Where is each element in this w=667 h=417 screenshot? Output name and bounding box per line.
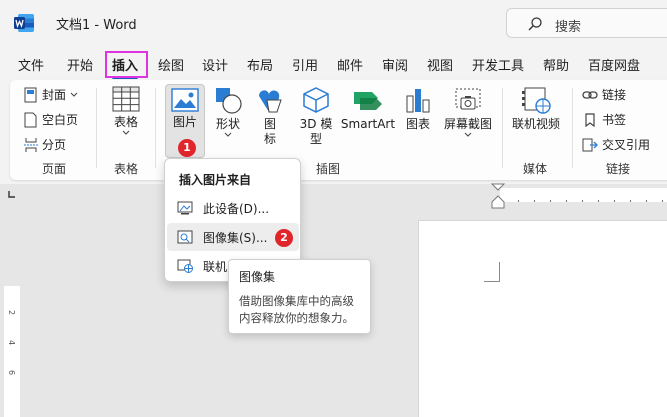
chevron-down-icon: [464, 132, 472, 137]
document-page[interactable]: [418, 220, 667, 417]
3d-models-button[interactable]: 3D 模 型: [298, 86, 334, 147]
margin-corner-mark: [484, 262, 500, 282]
tab-stop-selector-icon[interactable]: [8, 190, 16, 198]
title-bar: 文档1 - Word 搜索: [0, 0, 667, 46]
page-break-icon: [24, 137, 38, 152]
search-box[interactable]: 搜索: [506, 8, 667, 38]
link-icon: [582, 90, 598, 99]
tab-layout[interactable]: 布局: [247, 55, 273, 74]
bookmark-button[interactable]: 书签: [582, 111, 626, 128]
3d-cube-icon: [303, 87, 329, 113]
step-badge-1: 1: [178, 139, 196, 157]
picture-button[interactable]: 图片: [165, 88, 205, 130]
image-collection-icon: [177, 230, 193, 244]
tab-draw[interactable]: 绘图: [158, 55, 184, 74]
page-break-button[interactable]: 分页: [24, 136, 66, 153]
link-button[interactable]: 链接: [582, 86, 626, 103]
vertical-ruler-number: 4: [7, 339, 17, 346]
group-label-tables: 表格: [114, 162, 139, 176]
icons-button[interactable]: 图 标: [254, 86, 286, 147]
chevron-down-icon: [70, 92, 78, 97]
vertical-ruler-number: 6: [7, 369, 17, 376]
indent-marker-icon[interactable]: [490, 182, 506, 212]
chevron-down-icon: [122, 130, 130, 135]
chevron-down-icon: [224, 132, 232, 137]
blank-page-icon: [24, 112, 37, 127]
cover-page-button[interactable]: 封面: [24, 86, 78, 103]
tab-developer[interactable]: 开发工具: [472, 55, 524, 74]
group-label-illustrations: 插图: [316, 162, 341, 176]
image-collection-tooltip: 图像集 借助图像集库中的高级 内容释放你的想象力。: [228, 259, 371, 334]
online-video-icon: [522, 87, 551, 114]
tooltip-title: 图像集: [239, 270, 276, 284]
tooltip-body-line2: 内容释放你的想象力。: [239, 311, 354, 325]
insert-tab-highlight-box: [105, 51, 148, 78]
tab-help[interactable]: 帮助: [543, 55, 569, 74]
tab-home[interactable]: 开始: [67, 55, 93, 74]
vertical-ruler: [4, 286, 20, 417]
cover-page-icon: [24, 87, 37, 102]
shapes-button[interactable]: 形状: [210, 86, 246, 138]
step-badge-2: 2: [275, 229, 293, 247]
smartart-button[interactable]: SmartArt: [340, 86, 396, 132]
tooltip-body-line1: 借助图像集库中的高级: [239, 294, 354, 308]
group-label-links: 链接: [606, 162, 631, 176]
chart-icon: [406, 89, 430, 113]
cross-reference-button[interactable]: 交叉引用: [582, 136, 650, 153]
online-video-button[interactable]: 联机视频: [508, 86, 564, 132]
table-button[interactable]: 表格: [108, 86, 144, 136]
smartart-icon: [354, 92, 382, 110]
tab-mailings[interactable]: 邮件: [337, 55, 363, 74]
word-logo-icon: [14, 14, 34, 32]
screenshot-button[interactable]: 屏幕截图: [440, 86, 496, 138]
search-icon: [528, 17, 542, 31]
picture-icon: [171, 88, 199, 112]
cross-reference-icon: [582, 138, 598, 151]
ribbon: 封面 空白页 分页 页面 表格 表格 图片 1 形状 图 标 3D 模 型 Sm…: [10, 80, 667, 180]
tab-view[interactable]: 视图: [427, 55, 453, 74]
group-label-pages: 页面: [42, 162, 67, 176]
screenshot-icon: [455, 88, 481, 110]
ribbon-tabs: 文件 开始 插入 绘图 设计 布局 引用 邮件 审阅 视图 开发工具 帮助 百度…: [0, 50, 667, 79]
dropdown-header: 插入图片来自: [179, 173, 252, 187]
menu-item-this-device[interactable]: 此设备(D)...: [167, 194, 299, 222]
group-label-media: 媒体: [523, 162, 548, 176]
tab-design[interactable]: 设计: [202, 55, 228, 74]
icons-icon: [259, 90, 282, 113]
vertical-ruler-number: 2: [7, 309, 17, 316]
shapes-icon: [216, 88, 242, 114]
ruler-ticks: [510, 193, 667, 202]
online-pictures-icon: [177, 259, 193, 273]
chart-button[interactable]: 图表: [400, 86, 436, 132]
table-icon: [112, 86, 140, 112]
tab-file[interactable]: 文件: [18, 55, 44, 74]
tab-references[interactable]: 引用: [292, 55, 318, 74]
document-title: 文档1 - Word: [56, 18, 137, 33]
search-placeholder: 搜索: [555, 20, 582, 35]
blank-page-button[interactable]: 空白页: [24, 111, 78, 128]
bookmark-icon: [585, 112, 595, 127]
tab-baidu-netdisk[interactable]: 百度网盘: [588, 55, 640, 74]
this-device-icon: [177, 201, 193, 215]
tab-review[interactable]: 审阅: [382, 55, 408, 74]
